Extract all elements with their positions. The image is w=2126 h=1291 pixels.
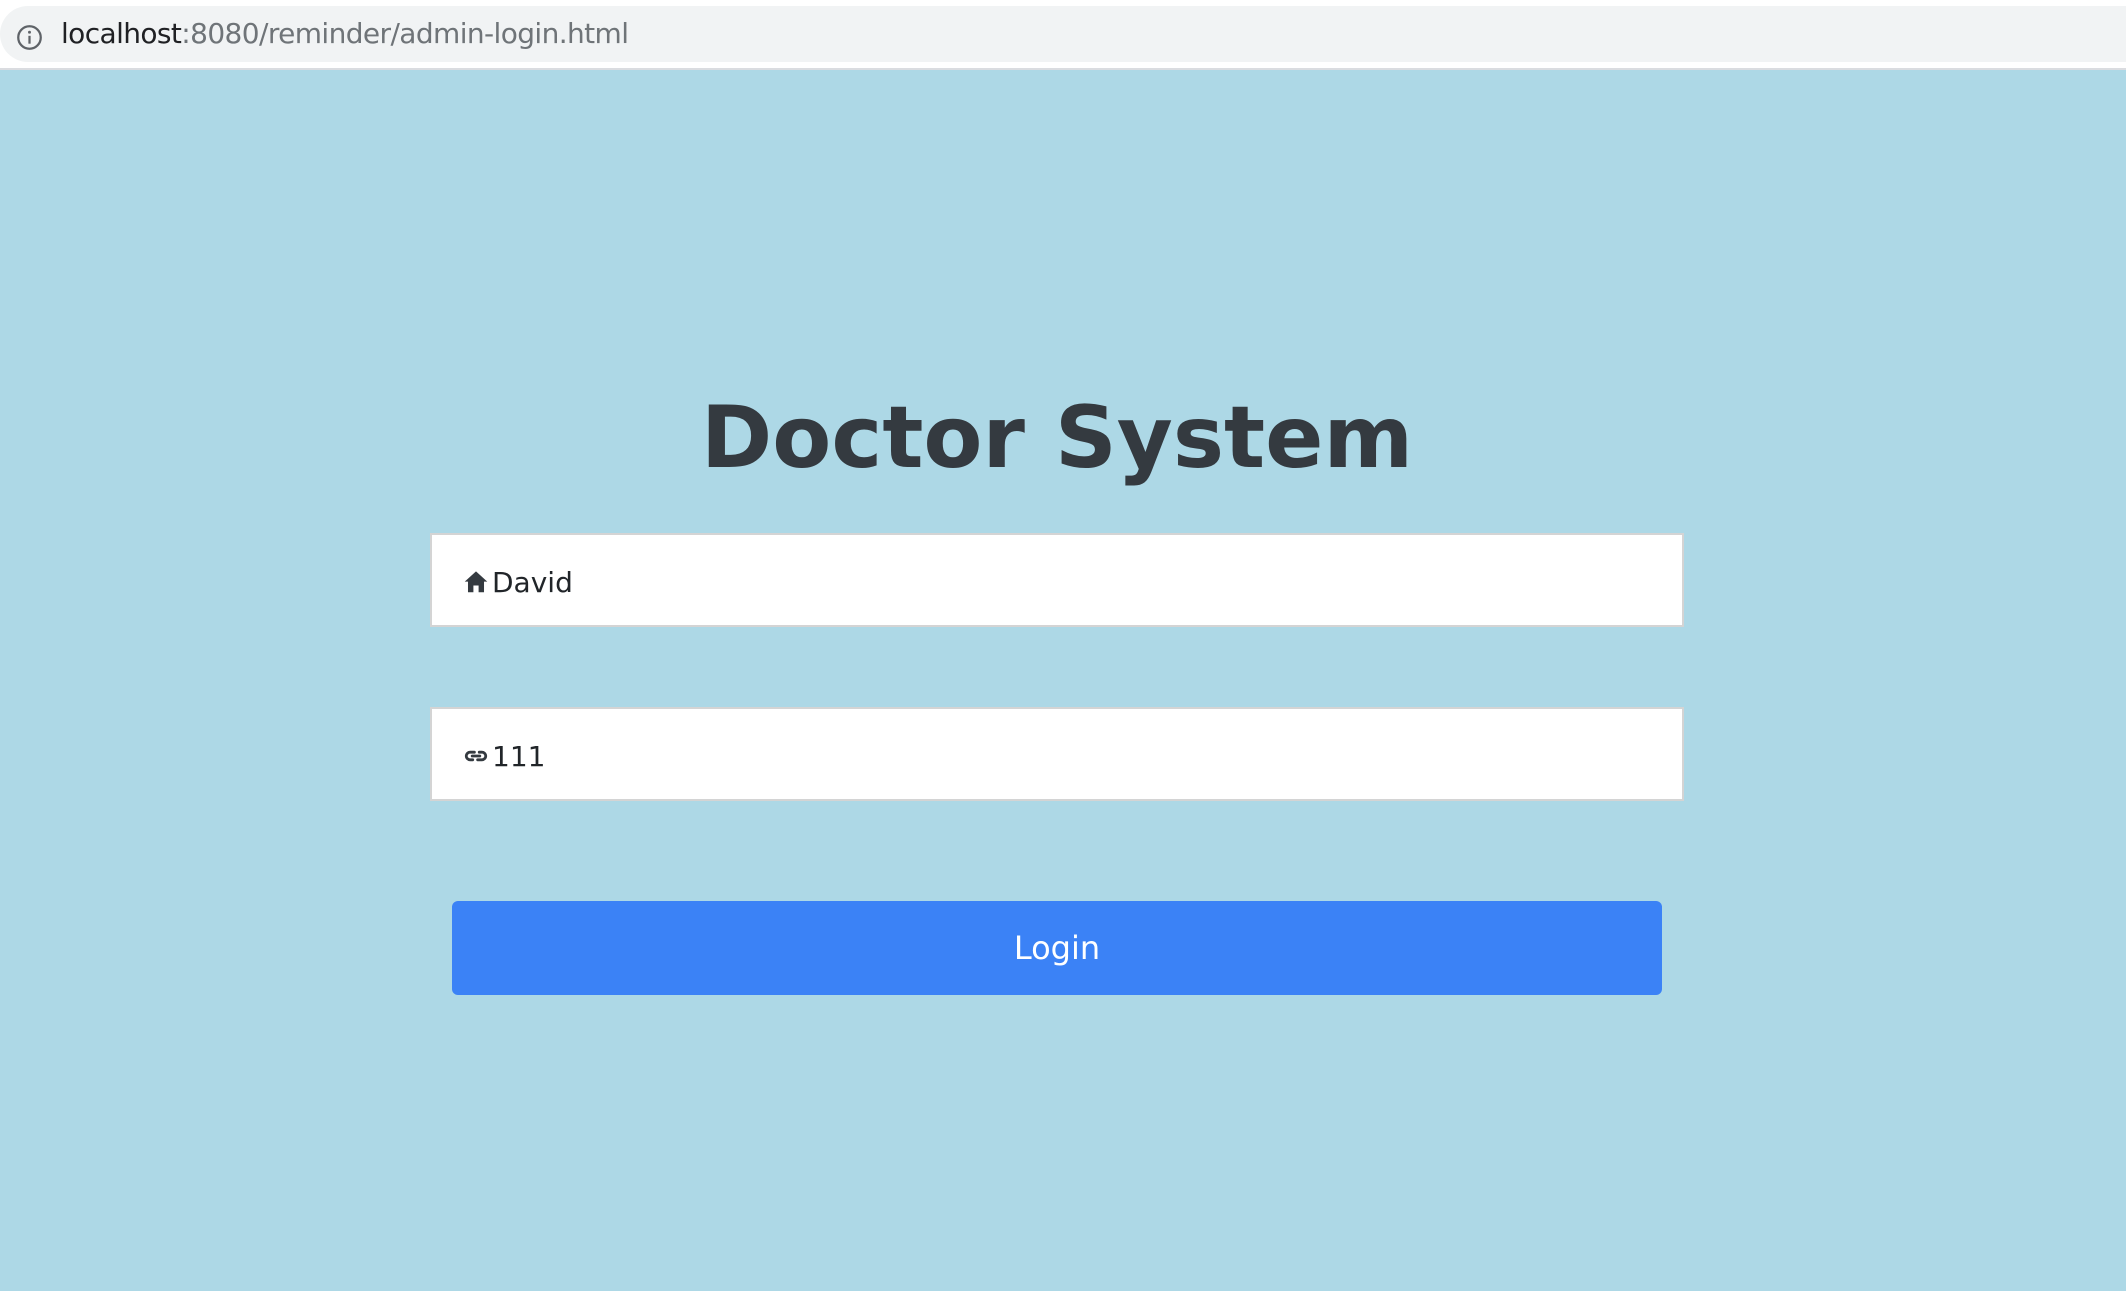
login-button[interactable]: Login (452, 901, 1662, 995)
url-path: :8080/reminder/admin-login.html (181, 17, 629, 50)
link-icon (464, 750, 488, 762)
password-input[interactable] (492, 709, 1672, 799)
info-icon[interactable] (16, 24, 43, 51)
page-title: Doctor System (700, 388, 1414, 488)
password-field[interactable] (430, 707, 1684, 801)
address-bar-divider (0, 68, 2126, 70)
url-text[interactable]: localhost:8080/reminder/admin-login.html (61, 17, 629, 51)
browser-address-bar: localhost:8080/reminder/admin-login.html (0, 0, 2126, 70)
url-host: localhost (61, 17, 182, 50)
home-icon (464, 571, 488, 593)
username-input[interactable] (492, 535, 1672, 625)
omnibox[interactable]: localhost:8080/reminder/admin-login.html (0, 6, 2126, 62)
username-field[interactable] (430, 533, 1684, 627)
